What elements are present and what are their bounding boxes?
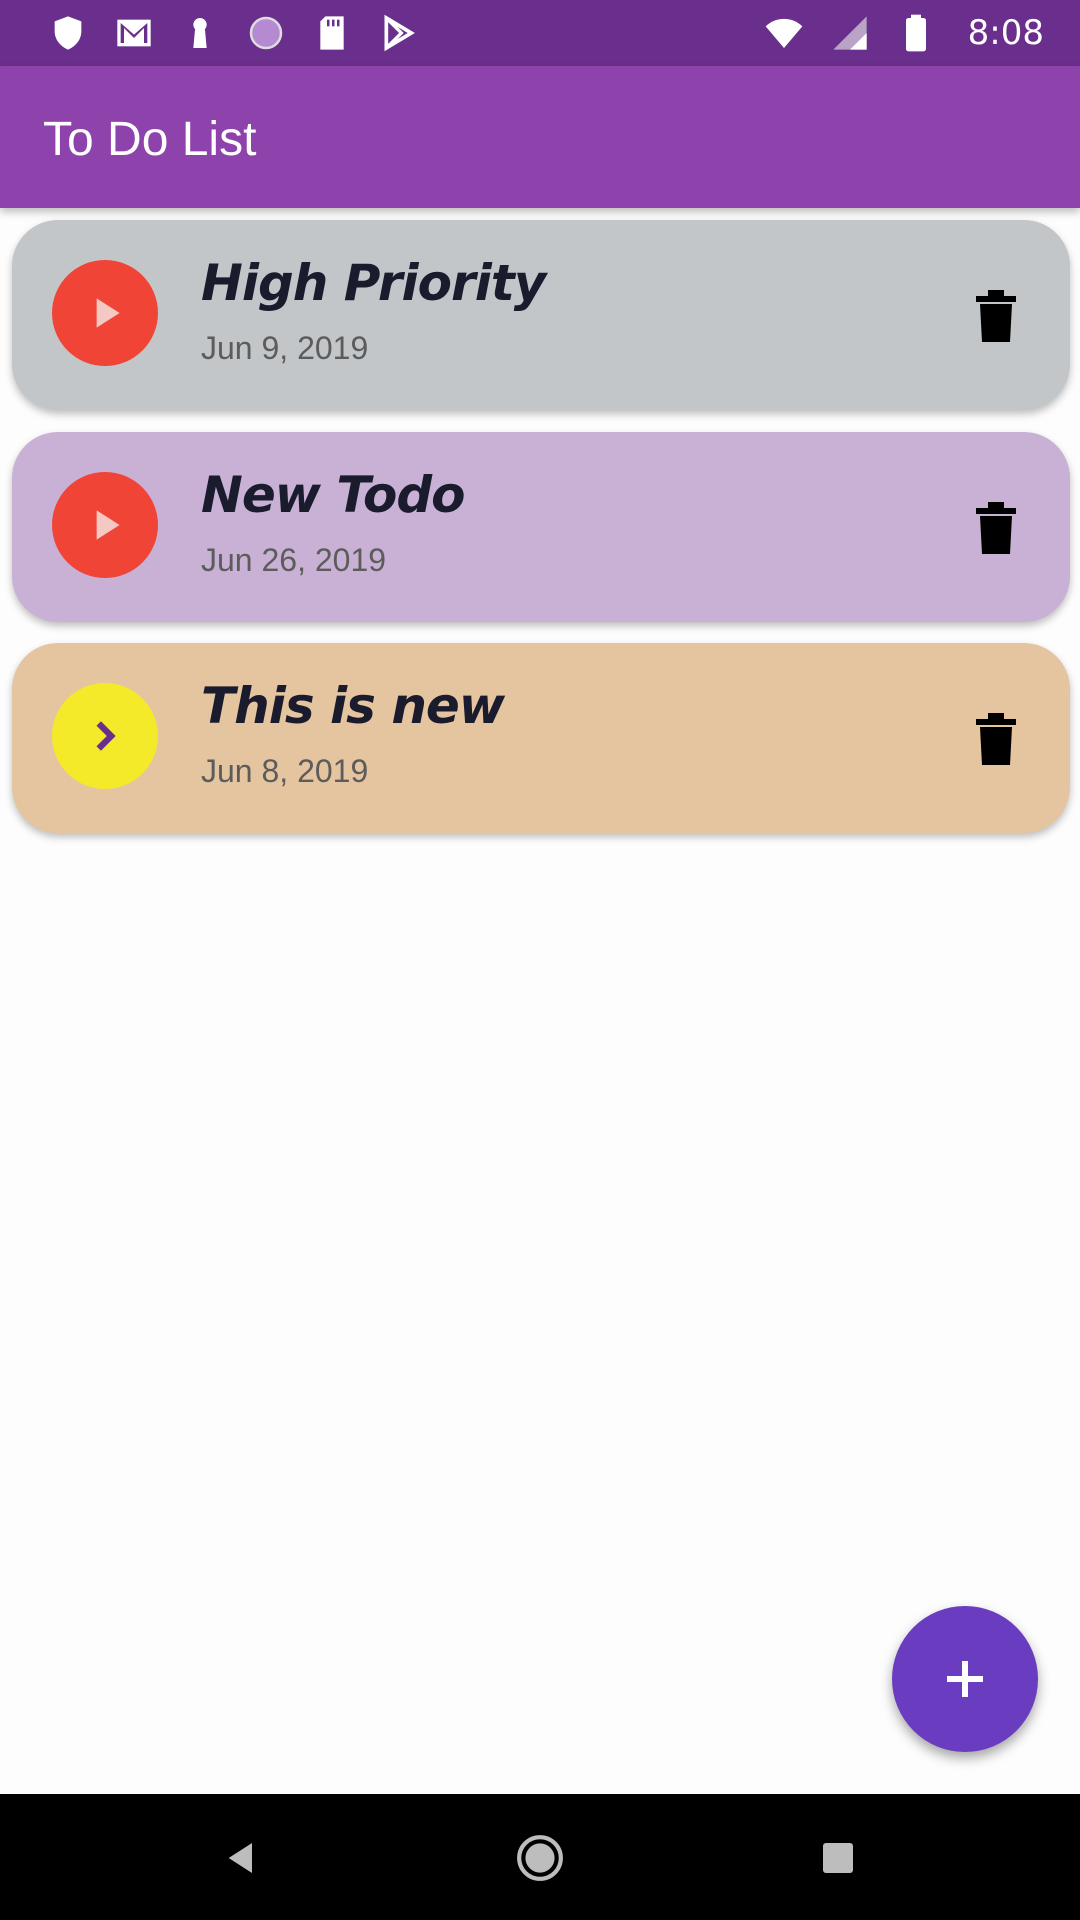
todo-card[interactable]: New Todo Jun 26, 2019 [12,432,1070,622]
play-icon [96,298,120,328]
todo-title: New Todo [201,466,466,524]
chevron-right-icon [96,721,116,751]
signal-icon [830,13,870,53]
home-button[interactable] [514,1832,566,1884]
trash-icon [976,713,1016,765]
page-title: To Do List [43,113,257,166]
trash-icon [976,290,1016,342]
battery-icon [896,13,936,53]
recents-icon [823,1843,853,1873]
nav-bar [0,1794,1080,1920]
back-button[interactable] [216,1832,268,1884]
circle-icon [246,13,286,53]
status-bar: 8:08 [0,0,1080,66]
todo-date: Jun 9, 2019 [201,330,369,366]
play-store-icon [378,13,418,53]
todo-date: Jun 8, 2019 [201,753,369,789]
todo-title: High Priority [201,254,546,312]
sd-card-icon [312,13,352,53]
delete-button[interactable] [968,500,1024,556]
delete-button[interactable] [968,288,1024,344]
status-button[interactable] [52,260,158,366]
status-time: 8:08 [967,13,1044,53]
delete-button[interactable] [968,711,1024,767]
back-icon [228,1843,252,1873]
play-icon [96,510,120,540]
status-button[interactable] [52,472,158,578]
todo-card[interactable]: This is new Jun 8, 2019 [12,643,1070,833]
mail-icon [114,13,154,53]
status-button[interactable] [52,683,158,789]
recents-button[interactable] [812,1832,864,1884]
app-bar: To Do List [0,66,1080,208]
plus-icon [947,1661,983,1697]
shield-icon [48,13,88,53]
status-right: 8:08 [764,13,1044,53]
home-icon [517,1835,563,1881]
trash-icon [976,502,1016,554]
todo-card[interactable]: High Priority Jun 9, 2019 [12,220,1070,410]
todo-date: Jun 26, 2019 [201,542,387,578]
todo-title: This is new [201,677,505,735]
keyhole-icon [180,13,220,53]
add-todo-button[interactable] [892,1606,1038,1752]
wifi-icon [764,13,804,53]
status-left [48,13,418,53]
